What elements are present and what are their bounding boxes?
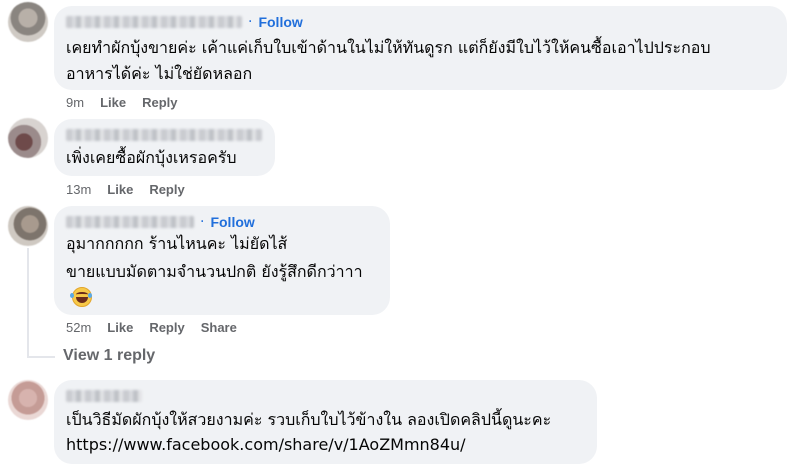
thread-line [27, 248, 29, 358]
avatar[interactable] [8, 2, 48, 42]
share-button[interactable]: Share [201, 320, 237, 335]
commenter-name-redacted[interactable] [66, 390, 142, 402]
like-button[interactable]: Like [107, 182, 133, 197]
avatar[interactable] [8, 206, 48, 246]
reply-button[interactable]: Reply [149, 182, 184, 197]
comment-text-line: เพิ่งเคยซื้อผักบุ้งเหรอครับ [66, 148, 237, 167]
comment-actions: 13m Like Reply [66, 182, 201, 197]
view-replies-link[interactable]: View 1 reply [63, 347, 155, 365]
tear-drop-shape [70, 293, 74, 298]
follow-button[interactable]: Follow [210, 214, 254, 230]
commenter-name-redacted[interactable] [66, 16, 242, 28]
comment-bubble: · Follow เคยทำผักบุ้งขายค่ะ เค้าแค่เก็บใ… [54, 6, 787, 90]
comment-bubble: เป็นวิธีมัดผักบุ้งให้สวยงามค่ะ รวบเก็บใบ… [54, 380, 597, 464]
like-button[interactable]: Like [100, 95, 126, 110]
comment-actions: 9m Like Reply [66, 95, 193, 110]
separator-dot: · [248, 14, 253, 30]
commenter-name-redacted[interactable] [66, 216, 194, 228]
comment-text-line: อุมากกกกก ร้านไหนคะ ไม่ยัดไส้ [66, 234, 288, 253]
comment-actions: 52m Like Reply Share [66, 320, 253, 335]
avatar[interactable] [8, 118, 48, 158]
avatar[interactable] [8, 380, 48, 420]
follow-button[interactable]: Follow [258, 14, 302, 30]
separator-dot: · [200, 214, 205, 230]
comment-time[interactable]: 13m [66, 182, 91, 197]
comment-text-line: เป็นวิธีมัดผักบุ้งให้สวยงามค่ะ รวบเก็บใบ… [66, 410, 552, 429]
video-share-link[interactable]: https://www.facebook.com/share/v/1AoZMmn… [66, 431, 466, 459]
reply-button[interactable]: Reply [149, 320, 184, 335]
comment-text-line: เคยทำผักบุ้งขายค่ะ เค้าแค่เก็บใบเข้าด้าน… [66, 38, 711, 57]
commenter-name-redacted[interactable] [66, 129, 262, 141]
tear-drop-shape [88, 293, 92, 298]
reply-button[interactable]: Reply [142, 95, 177, 110]
comment-time[interactable]: 9m [66, 95, 84, 110]
thread-line [27, 356, 55, 358]
comment-text-line: อาหารได้ค่ะ ไม่ใช่ยัดหลอก [66, 64, 253, 83]
comment-text-line: ขายแบบมัดตามจำนวนปกติ ยังรู้สึกดีกว่าาา [66, 262, 363, 281]
comment-time[interactable]: 52m [66, 320, 91, 335]
comment-bubble: เพิ่งเคยซื้อผักบุ้งเหรอครับ [54, 119, 275, 176]
like-button[interactable]: Like [107, 320, 133, 335]
comment-bubble: · Follow อุมากกกกก ร้านไหนคะ ไม่ยัดไส้ ข… [54, 206, 390, 315]
